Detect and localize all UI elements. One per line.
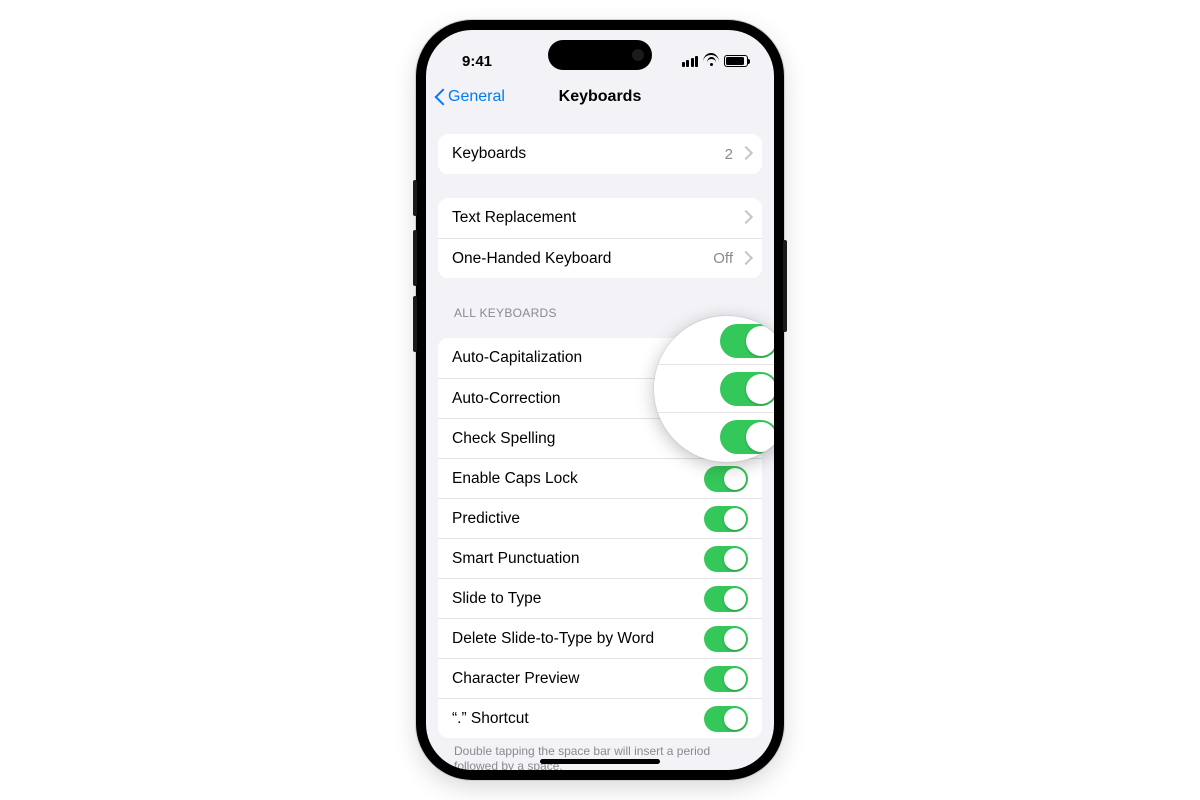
toggle-label: Predictive [452, 510, 520, 528]
toggle-switch[interactable] [704, 546, 748, 572]
status-icons [682, 55, 749, 67]
home-indicator[interactable] [540, 759, 660, 764]
row-label: Keyboards [452, 145, 526, 163]
screen: 9:41 General Keyboards Keyboards 2 [426, 30, 774, 770]
row-toggle: Enable Caps Lock [438, 458, 762, 498]
group-options: Text Replacement One-Handed Keyboard Off [438, 198, 762, 278]
volume-up-button [413, 230, 417, 286]
chevron-right-icon [741, 253, 748, 265]
one-handed-value: Off [713, 250, 733, 267]
toggle-switch[interactable] [704, 466, 748, 492]
toggle-switch[interactable] [704, 626, 748, 652]
toggle-magnified-1 [720, 324, 774, 358]
volume-down-button [413, 296, 417, 352]
row-text-replacement[interactable]: Text Replacement [438, 198, 762, 238]
row-one-handed-keyboard[interactable]: One-Handed Keyboard Off [438, 238, 762, 278]
toggle-magnified-3 [720, 420, 774, 454]
row-keyboards[interactable]: Keyboards 2 [438, 134, 762, 174]
group-keyboards: Keyboards 2 [438, 134, 762, 174]
row-toggle: Character Preview [438, 658, 762, 698]
iphone-frame: 9:41 General Keyboards Keyboards 2 [416, 20, 784, 780]
chevron-right-icon [741, 148, 748, 160]
toggle-label: Check Spelling [452, 430, 555, 448]
nav-bar: General Keyboards [426, 78, 774, 116]
section-header-all-keyboards: ALL KEYBOARDS [454, 306, 746, 320]
cellular-icon [682, 56, 699, 67]
toggle-switch[interactable] [704, 506, 748, 532]
toggle-label: Delete Slide-to-Type by Word [452, 630, 654, 648]
toggle-label: Enable Caps Lock [452, 470, 578, 488]
back-label: General [448, 88, 505, 106]
wifi-icon [703, 55, 719, 67]
toggle-label: “.” Shortcut [452, 710, 529, 728]
page-title: Keyboards [559, 88, 642, 106]
toggle-label: Smart Punctuation [452, 550, 580, 568]
ringer-switch [413, 180, 417, 216]
row-toggle: “.” Shortcut [438, 698, 762, 738]
toggle-label: Slide to Type [452, 590, 541, 608]
row-toggle: Smart Punctuation [438, 538, 762, 578]
toggle-label: Auto-Correction [452, 390, 561, 408]
row-toggle: Slide to Type [438, 578, 762, 618]
row-label: One-Handed Keyboard [452, 250, 611, 268]
keyboards-count: 2 [725, 146, 733, 163]
back-button[interactable]: General [434, 88, 505, 106]
toggle-label: Auto-Capitalization [452, 349, 582, 367]
chevron-left-icon [434, 88, 445, 106]
row-toggle: Delete Slide-to-Type by Word [438, 618, 762, 658]
toggle-switch[interactable] [704, 706, 748, 732]
status-time: 9:41 [462, 53, 492, 70]
toggle-magnified-2 [720, 372, 774, 406]
toggle-switch[interactable] [704, 666, 748, 692]
chevron-right-icon [741, 212, 748, 224]
row-toggle: Predictive [438, 498, 762, 538]
toggle-label: Character Preview [452, 670, 580, 688]
footer-note: Double tapping the space bar will insert… [454, 744, 746, 770]
toggle-switch[interactable] [704, 586, 748, 612]
side-button [783, 240, 787, 332]
battery-icon [724, 55, 748, 67]
row-label: Text Replacement [452, 209, 576, 227]
dynamic-island [548, 40, 652, 70]
